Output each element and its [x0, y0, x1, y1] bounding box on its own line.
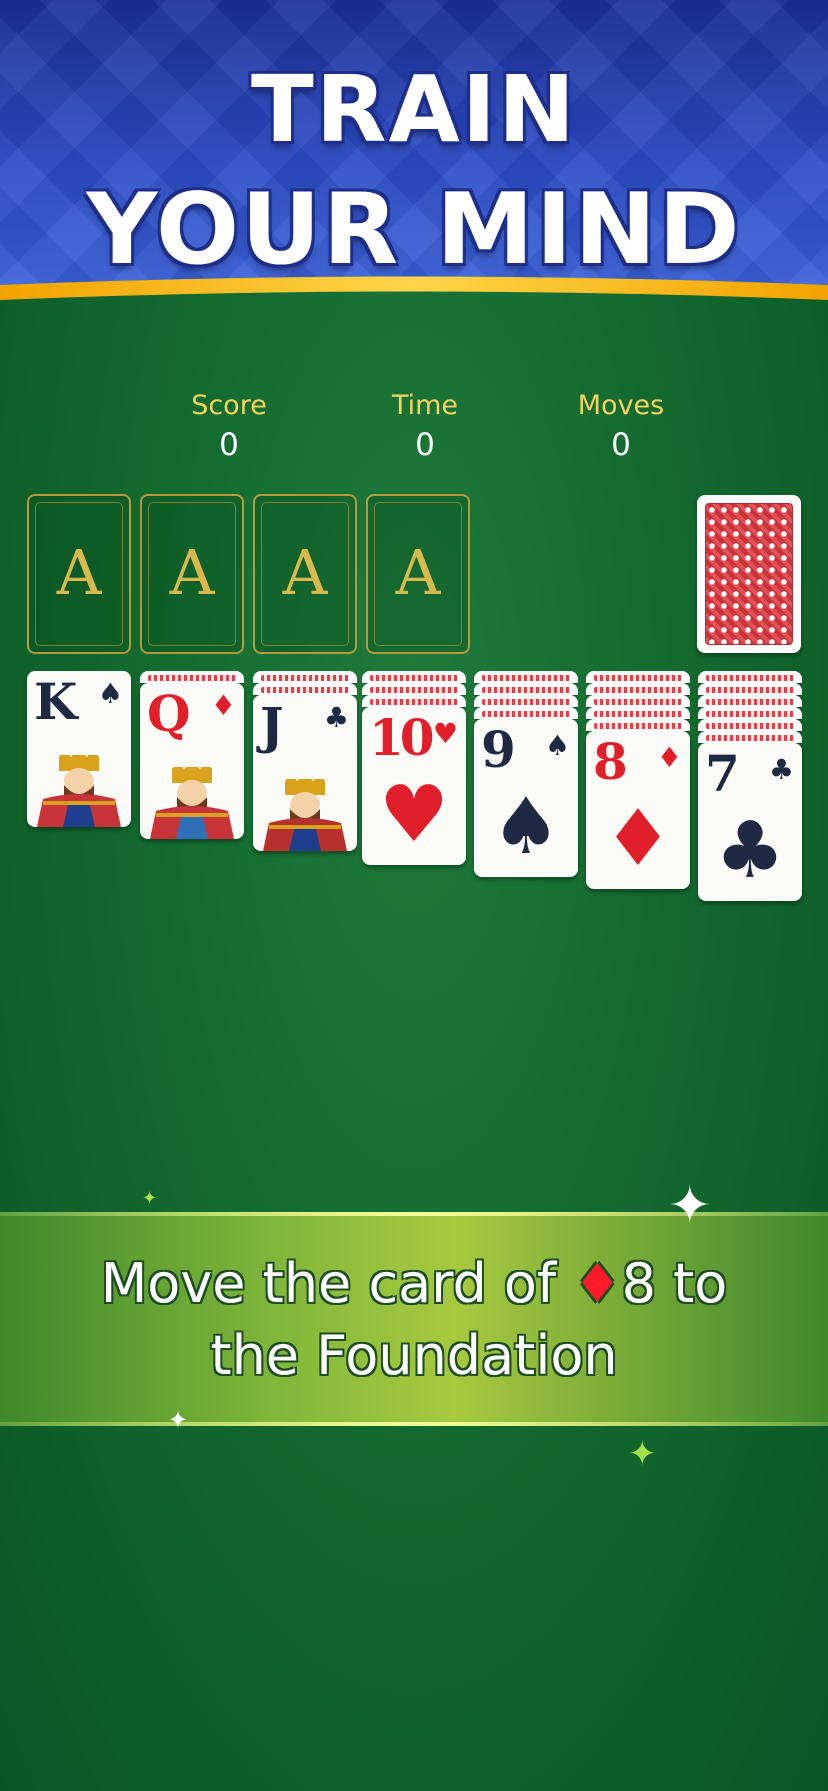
moves-stat: Moves 0: [541, 390, 701, 463]
face-down-card: [362, 695, 466, 707]
foundation-ace-label: A: [169, 536, 215, 609]
card-suit-icon: ♦: [210, 689, 236, 722]
face-down-card: [586, 707, 690, 719]
tableau-card[interactable]: 8 ♦ ♦: [586, 731, 690, 889]
headline-line-2: YOUR MIND: [86, 173, 742, 287]
face-card-portrait: [259, 771, 351, 851]
hint-line-1: Move the card of ♦8 to: [0, 1252, 828, 1315]
time-value: 0: [415, 427, 435, 463]
hint-banner: Move the card of ♦8 to the Foundation: [0, 1212, 828, 1426]
stock-pile[interactable]: [697, 495, 801, 653]
card-suit-icon: ♥: [432, 717, 458, 750]
card-back-pattern: [705, 503, 793, 645]
tableau-card[interactable]: Q ♦: [140, 683, 244, 839]
score-stat: Score 0: [149, 390, 309, 463]
sparkle-icon: ✦: [628, 1434, 657, 1474]
face-down-card: [586, 695, 690, 707]
sparkle-icon: ✦: [168, 1406, 189, 1434]
face-down-card: [586, 671, 690, 683]
card-rank: J: [260, 696, 284, 755]
face-card-portrait: [146, 759, 238, 839]
score-value: 0: [219, 427, 239, 463]
tableau-card[interactable]: J ♣: [253, 695, 357, 851]
face-down-card: [586, 719, 690, 731]
card-rank: K: [34, 672, 78, 731]
sparkle-icon: ✦: [668, 1176, 712, 1236]
time-label: Time: [391, 390, 459, 421]
card-suit-icon: ♣: [768, 753, 794, 786]
card-suit-icon: ♦: [656, 741, 682, 774]
tableau-card[interactable]: 10 ♥ ♥: [362, 707, 466, 865]
card-center-suit-icon: ♦: [603, 794, 673, 884]
foundation-ace-label: A: [282, 536, 328, 609]
hint-line-2: the Foundation: [210, 1324, 618, 1387]
tableau-card[interactable]: K ♠: [27, 671, 131, 827]
card-center-suit-icon: ♠: [491, 782, 561, 872]
face-down-card: [140, 671, 244, 683]
card-suit-icon: ♠: [97, 677, 123, 710]
card-rank: 8: [593, 732, 628, 791]
card-suit-icon: ♣: [323, 701, 349, 734]
card-suit-icon: ♠: [544, 729, 570, 762]
hint-text-before: Move the card of: [100, 1252, 574, 1315]
tableau-card[interactable]: 9 ♠ ♠: [474, 719, 578, 877]
foundation-pile-1[interactable]: A: [27, 494, 131, 654]
card-rank: 9: [481, 720, 516, 779]
face-down-card: [698, 707, 802, 719]
sparkle-icon: ✦: [142, 1188, 158, 1209]
face-down-card: [362, 671, 466, 683]
time-stat: Time 0: [345, 390, 505, 463]
face-card-portrait: [33, 747, 125, 827]
face-down-card: [586, 683, 690, 695]
foundation-pile-2[interactable]: A: [140, 494, 244, 654]
headline-line-1: TRAIN: [250, 56, 578, 163]
foundation-ace-label: A: [395, 536, 441, 609]
score-label: Score: [191, 390, 267, 421]
diamond-icon: ♦: [573, 1252, 622, 1315]
face-down-card: [698, 671, 802, 683]
moves-label: Moves: [577, 390, 665, 421]
face-down-card: [474, 683, 578, 695]
card-rank: 10: [369, 708, 435, 767]
face-down-card: [698, 683, 802, 695]
card-center-suit-icon: ♣: [715, 806, 785, 896]
face-down-card: [698, 719, 802, 731]
card-rank: Q: [147, 684, 191, 743]
hint-text-after: 8 to: [621, 1252, 728, 1315]
face-down-card: [474, 671, 578, 683]
card-rank: 7: [705, 744, 740, 803]
face-down-card: [474, 707, 578, 719]
face-down-card: [698, 731, 802, 743]
foundation-pile-3[interactable]: A: [253, 494, 357, 654]
foundation-ace-label: A: [56, 536, 102, 609]
card-center-suit-icon: ♥: [379, 770, 449, 860]
tableau-card[interactable]: 7 ♣ ♣: [698, 743, 802, 901]
face-down-card: [698, 695, 802, 707]
face-down-card: [474, 695, 578, 707]
face-down-card: [362, 683, 466, 695]
foundation-pile-4[interactable]: A: [366, 494, 470, 654]
moves-value: 0: [611, 427, 631, 463]
face-down-card: [253, 683, 357, 695]
face-down-card: [253, 671, 357, 683]
